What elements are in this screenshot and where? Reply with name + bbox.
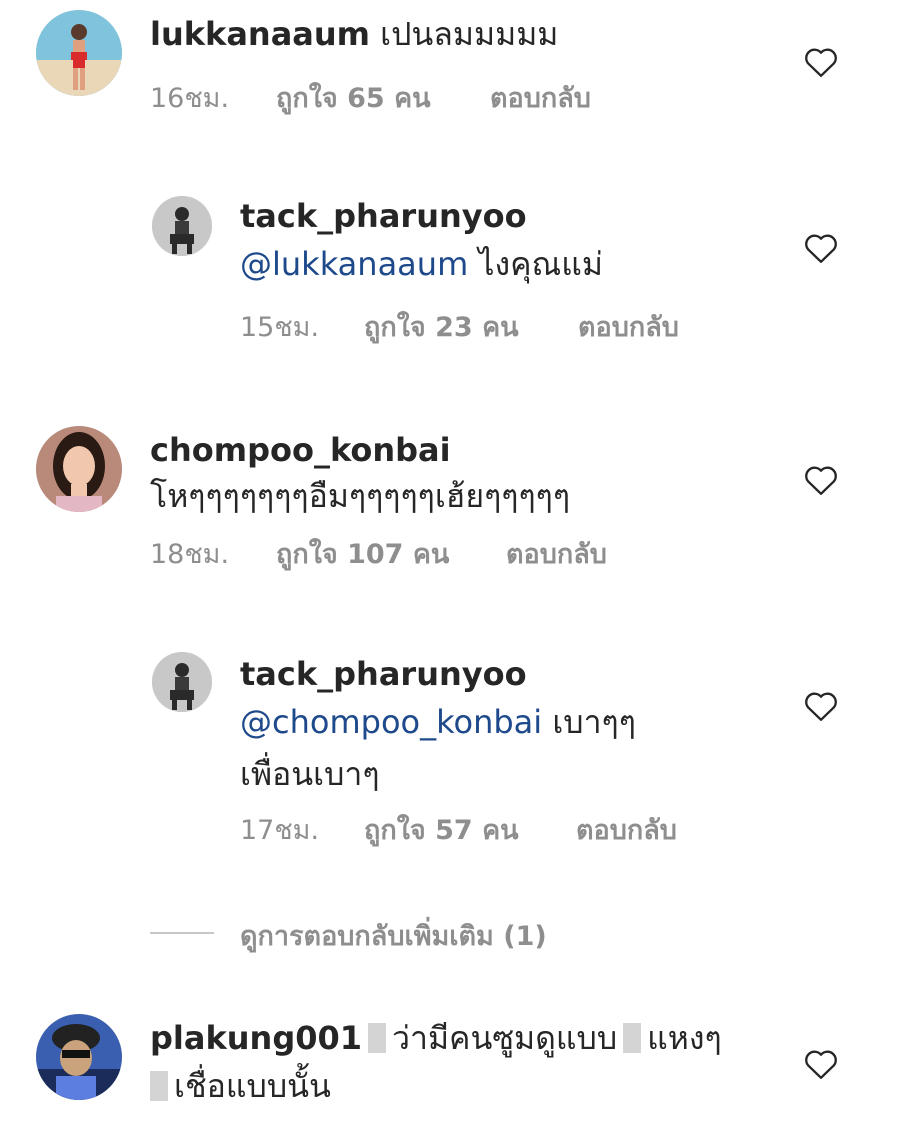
comment-likes-count[interactable]: ถูกใจ 57 คน [364, 814, 519, 848]
heart-outline-icon[interactable] [803, 232, 839, 264]
comment-username[interactable]: plakung001 [150, 1019, 362, 1057]
view-more-replies-label[interactable]: ดูการตอบกลับเพิ่มเติม (1) [240, 914, 547, 957]
comment-chompoo-konbai: chompoo_konbai โหๆๆๆๆๆๆๆอืมๆๆๆๆๆเฮ้ยๆๆๆๆ… [0, 410, 900, 580]
comment-text: ว่ามีคนซูมดูแบบ [392, 1019, 618, 1057]
comment-text: เปนลมมมมม [380, 15, 559, 53]
comment-meta: 18ชม. ถูกใจ 107 คน ตอบกลับ [150, 538, 710, 572]
comment-username[interactable]: chompoo_konbai [150, 431, 451, 469]
comment-text: ไงคุณแม่ [468, 245, 603, 283]
comment-time: 17ชม. [240, 815, 320, 846]
reply-button[interactable]: ตอบกลับ [490, 82, 591, 116]
comment-text-line2: เพื่อนเบาๆ [240, 755, 380, 793]
avatar[interactable] [36, 1014, 122, 1100]
comment-likes-count[interactable]: ถูกใจ 107 คน [276, 538, 449, 572]
comment-text-part2: แหงๆ [647, 1019, 722, 1057]
reply-tack-pharunyoo-1: tack_pharunyoo @lukkanaaum ไงคุณแม่ 15ชม… [0, 180, 900, 350]
comment-time: 16ชม. [150, 83, 230, 114]
avatar[interactable] [36, 426, 122, 512]
comment-likes-count[interactable]: ถูกใจ 23 คน [364, 311, 519, 345]
censored-blur [368, 1023, 387, 1053]
comment-text: โหๆๆๆๆๆๆๆอืมๆๆๆๆๆเฮ้ยๆๆๆๆๆ [150, 477, 570, 515]
comment-lukkanaaum: lukkanaaum เปนลมมมมม 16ชม. ถูกใจ 65 คน ต… [0, 0, 900, 130]
censored-blur [623, 1023, 642, 1053]
comment-username[interactable]: lukkanaaum [150, 15, 370, 53]
reply-tack-pharunyoo-2: tack_pharunyoo @chompoo_konbai เบาๆๆ เพื… [0, 636, 900, 866]
heart-outline-icon[interactable] [803, 464, 839, 496]
comment-text-line2: เชื่อแบบนั้น [174, 1067, 331, 1105]
reply-button[interactable]: ตอบกลับ [576, 814, 677, 848]
mention-link[interactable]: @chompoo_konbai [240, 703, 542, 741]
reply-button[interactable]: ตอบกลับ [578, 311, 679, 345]
comment-username[interactable]: tack_pharunyoo [240, 655, 527, 693]
comment-time: 18ชม. [150, 539, 230, 570]
comment-meta: 16ชม. ถูกใจ 65 คน ตอบกลับ [150, 82, 650, 116]
comment-plakung001: plakung001 ว่ามีคนซูมดูแบบ แหงๆ เชื่อแบบนั… [0, 1000, 900, 1126]
comment-meta: 17ชม. ถูกใจ 57 คน ตอบกลับ [240, 814, 740, 848]
heart-outline-icon[interactable] [803, 1048, 839, 1080]
avatar[interactable] [152, 196, 212, 256]
heart-outline-icon[interactable] [803, 690, 839, 722]
comment-meta: 15ชม. ถูกใจ 23 คน ตอบกลับ [240, 311, 740, 345]
censored-blur [150, 1071, 168, 1101]
comment-username[interactable]: tack_pharunyoo [240, 197, 527, 235]
comment-text: เบาๆๆ [542, 703, 636, 741]
comment-likes-count[interactable]: ถูกใจ 65 คน [276, 82, 431, 116]
mention-link[interactable]: @lukkanaaum [240, 245, 468, 283]
heart-outline-icon[interactable] [803, 46, 839, 78]
divider [150, 932, 214, 934]
avatar[interactable] [36, 10, 122, 96]
reply-button[interactable]: ตอบกลับ [506, 538, 607, 572]
comment-time: 15ชม. [240, 312, 320, 343]
avatar[interactable] [152, 652, 212, 712]
